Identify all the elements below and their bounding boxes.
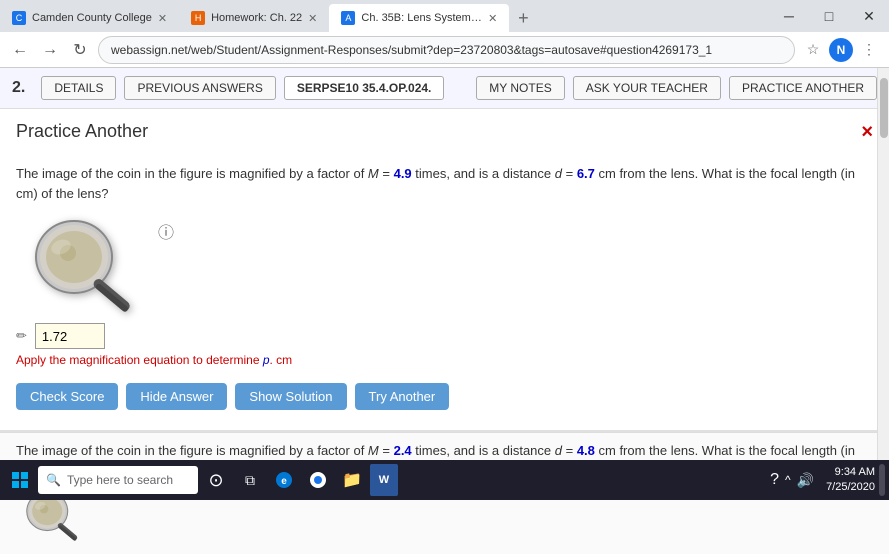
refresh-button[interactable]: ↻	[68, 38, 92, 62]
taskbar-word[interactable]: W	[370, 464, 398, 496]
question-text: The image of the coin in the figure is m…	[16, 164, 873, 203]
question-text-prefix: The image of the coin in the figure is m…	[16, 166, 368, 181]
input-area: ✏	[16, 323, 873, 349]
forward-button[interactable]: →	[38, 38, 62, 62]
show-desktop-button[interactable]	[879, 464, 885, 496]
d-label: d	[555, 166, 562, 181]
time: 9:34 AM	[826, 465, 875, 480]
close-button[interactable]: ✕	[849, 0, 889, 32]
tab-favicon-camden: C	[12, 11, 26, 25]
sq-m-value: 2.4	[394, 443, 412, 458]
help-icon[interactable]: ?	[770, 471, 779, 489]
bookmark-icon[interactable]: ☆	[801, 38, 825, 62]
practice-another-button[interactable]: PRACTICE ANOTHER	[729, 76, 877, 100]
tab-favicon-active: A	[341, 11, 355, 25]
tab-favicon-homework: H	[191, 11, 205, 25]
M-label: M	[368, 166, 379, 181]
pencil-icon: ✏	[16, 328, 27, 344]
sq-d-value: 4.8	[577, 443, 595, 458]
sq-m-label: M	[368, 443, 379, 458]
taskbar-right: ? ^ 🔊 9:34 AM 7/25/2020	[762, 464, 885, 496]
m-equals: =	[379, 166, 394, 181]
check-score-button[interactable]: Check Score	[16, 383, 118, 410]
hint-prefix: Apply the magnification equation to dete…	[16, 353, 263, 367]
details-button[interactable]: DETAILS	[41, 76, 116, 100]
question-code: SERPSE10 35.4.OP.024.	[284, 76, 445, 100]
tab-close-camden[interactable]: ✕	[158, 12, 167, 25]
tab-active[interactable]: A Ch. 35B: Lens Systems - PHY 202 ✕	[329, 4, 509, 32]
question-toolbar: 2. DETAILS PREVIOUS ANSWERS SERPSE10 35.…	[0, 68, 889, 109]
scrollbar-thumb[interactable]	[880, 78, 888, 138]
taskbar-edge[interactable]: e	[268, 464, 300, 496]
question-text-middle: times, and is a distance	[412, 166, 555, 181]
browser-icons: ☆ N ⋮	[801, 38, 881, 62]
address-bar[interactable]	[98, 36, 795, 64]
speaker-icon[interactable]: 🔊	[797, 472, 814, 489]
menu-icon[interactable]: ⋮	[857, 38, 881, 62]
M-value: 4.9	[394, 166, 412, 181]
previous-answers-button[interactable]: PREVIOUS ANSWERS	[124, 76, 275, 100]
svg-text:e: e	[281, 476, 287, 487]
d-equals: =	[562, 166, 577, 181]
magnifier-image	[16, 215, 146, 315]
maximize-button[interactable]: □	[809, 0, 849, 32]
taskbar-task-view[interactable]: ⧉	[234, 464, 266, 496]
hint-p: p	[263, 353, 270, 367]
taskbar-search-icon: 🔍	[46, 473, 61, 487]
tab-close-active[interactable]: ✕	[488, 12, 497, 25]
taskbar-search-label: Type here to search	[67, 473, 173, 487]
answer-input[interactable]	[35, 323, 105, 349]
minimize-button[interactable]: ─	[769, 0, 809, 32]
practice-panel: Practice Another × The image of the coin…	[0, 109, 889, 432]
sq-prefix: The image of the coin in the figure is m…	[16, 443, 368, 458]
windows-button[interactable]	[4, 464, 36, 496]
ask-teacher-button[interactable]: ASK YOUR TEACHER	[573, 76, 721, 100]
hide-answer-button[interactable]: Hide Answer	[126, 383, 227, 410]
browser-controls: ← → ↻ ☆ N ⋮	[0, 32, 889, 68]
taskbar-cortana[interactable]: ⊙	[200, 464, 232, 496]
sq-middle: times, and is a distance	[412, 443, 555, 458]
user-avatar[interactable]: N	[829, 38, 853, 62]
close-panel-button[interactable]: ×	[861, 121, 873, 144]
tab-close-homework[interactable]: ✕	[308, 12, 317, 25]
taskbar: 🔍 Type here to search ⊙ ⧉ e 📁 W ? ^ 🔊 9:…	[0, 460, 889, 500]
my-notes-button[interactable]: MY NOTES	[476, 76, 564, 100]
tab-title-active: Ch. 35B: Lens Systems - PHY 202	[361, 12, 482, 24]
tab-title-homework: Homework: Ch. 22	[211, 12, 302, 24]
scrollbar[interactable]	[877, 68, 889, 460]
tab-title-camden: Camden County College	[32, 12, 152, 24]
tab-bar: C Camden County College ✕ H Homework: Ch…	[0, 0, 889, 32]
tab-camden[interactable]: C Camden County College ✕	[0, 4, 179, 32]
time-display: 9:34 AM 7/25/2020	[826, 465, 875, 496]
sq-d-label: d	[555, 443, 562, 458]
info-icon[interactable]: ⓘ	[158, 219, 174, 243]
tab-homework[interactable]: H Homework: Ch. 22 ✕	[179, 4, 329, 32]
try-another-button[interactable]: Try Another	[355, 383, 450, 410]
show-solution-button[interactable]: Show Solution	[235, 383, 346, 410]
system-tray: ? ^ 🔊	[762, 471, 822, 489]
taskbar-chrome[interactable]	[302, 464, 334, 496]
taskbar-search[interactable]: 🔍 Type here to search	[38, 466, 198, 494]
date: 7/25/2020	[826, 480, 875, 495]
figure-area: ⓘ	[16, 215, 873, 315]
hint-suffix: . cm	[270, 353, 293, 367]
d-value: 6.7	[577, 166, 595, 181]
new-tab-button[interactable]: +	[509, 4, 537, 32]
expand-tray-icon[interactable]: ^	[785, 473, 791, 487]
hint-text: Apply the magnification equation to dete…	[16, 353, 873, 367]
panel-title: Practice Another	[16, 121, 148, 142]
back-button[interactable]: ←	[8, 38, 32, 62]
taskbar-files[interactable]: 📁	[336, 464, 368, 496]
magnifier-svg	[16, 215, 146, 315]
question-number: 2.	[12, 79, 25, 97]
action-buttons: Check Score Hide Answer Show Solution Tr…	[16, 383, 873, 410]
window-controls: ─ □ ✕	[769, 0, 889, 32]
